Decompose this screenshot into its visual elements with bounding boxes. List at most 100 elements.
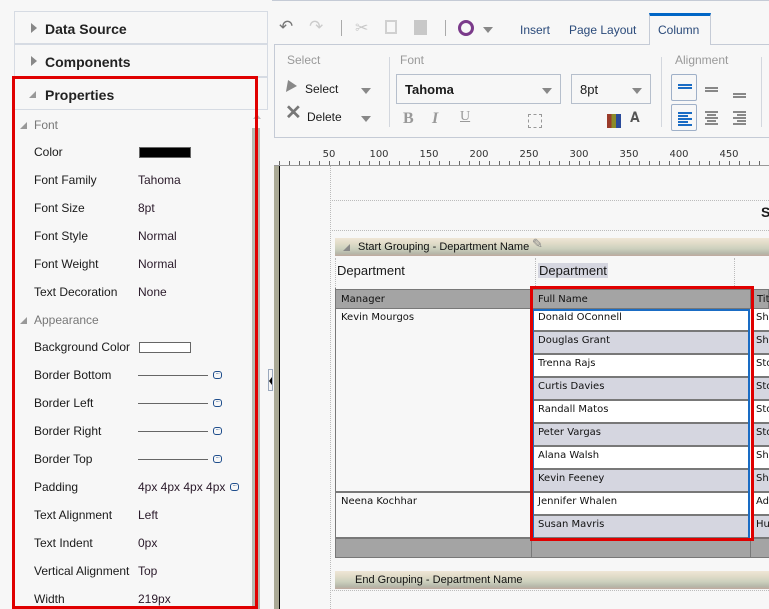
department-field[interactable]: Department xyxy=(538,263,608,278)
align-right-button[interactable] xyxy=(726,104,752,131)
report-title[interactable]: S xyxy=(761,204,769,220)
delete-dropdown-arrow-icon[interactable] xyxy=(361,116,371,122)
top-border xyxy=(272,0,769,1)
ruler-tick xyxy=(469,161,470,165)
ruler-tick xyxy=(279,161,280,165)
font-family-select[interactable]: Tahoma xyxy=(396,74,561,104)
separator xyxy=(761,57,762,127)
select-button[interactable]: Select xyxy=(305,82,338,96)
preview-icon[interactable] xyxy=(458,20,474,36)
ruler-tick xyxy=(599,161,600,165)
ruler-tick xyxy=(699,161,700,165)
margin-guide xyxy=(330,166,331,609)
cursor-arrow-icon xyxy=(285,80,299,92)
italic-button[interactable]: I xyxy=(432,110,438,128)
section-label: Components xyxy=(45,54,131,70)
separator xyxy=(661,57,662,127)
bold-button[interactable]: B xyxy=(403,110,414,128)
end-grouping-band[interactable]: End Grouping - Department Name xyxy=(335,571,769,589)
title-cell[interactable]: Shi xyxy=(752,470,769,493)
table-left-border xyxy=(335,288,336,558)
align-top-button[interactable] xyxy=(671,74,697,101)
ruler-tick xyxy=(499,161,500,165)
guide-line xyxy=(330,200,769,201)
ruler-tick xyxy=(559,161,560,165)
column-divider xyxy=(750,539,751,558)
ruler-tick xyxy=(709,161,710,165)
ruler-tick xyxy=(429,161,430,165)
title-cell[interactable]: Adi xyxy=(752,493,769,516)
chevron-down-icon xyxy=(632,88,642,94)
guide-line xyxy=(335,258,336,288)
select-dropdown-arrow-icon[interactable] xyxy=(361,88,371,94)
title-cell[interactable]: Sto xyxy=(752,355,769,378)
ruler-tick xyxy=(689,161,690,165)
delete-button[interactable]: Delete xyxy=(307,110,342,124)
ruler-tick xyxy=(299,161,300,165)
manager-cell[interactable]: Kevin Mourgos xyxy=(336,309,532,493)
ruler-label: 300 xyxy=(569,149,589,160)
ruler-tick xyxy=(399,161,400,165)
ruler-tick xyxy=(549,161,550,165)
ribbon-panel: Select Select ✕ Delete Font Tahoma 8pt B… xyxy=(274,44,769,138)
guide-line xyxy=(734,258,735,288)
font-group-title: Font xyxy=(400,53,425,67)
align-center-button[interactable] xyxy=(698,104,724,131)
alignment-group-title: Alignment xyxy=(675,53,729,67)
ruler-label: 50 xyxy=(322,149,336,160)
ruler-label: 250 xyxy=(519,149,539,160)
font-size-select[interactable]: 8pt xyxy=(571,74,651,104)
start-grouping-band[interactable]: Start Grouping - Department Name ✎ xyxy=(335,236,769,256)
edit-pencil-icon[interactable]: ✎ xyxy=(532,236,543,252)
background-color-icon[interactable] xyxy=(607,114,621,128)
redo-icon[interactable]: ↷ xyxy=(309,17,323,37)
paste-icon[interactable] xyxy=(414,20,427,35)
font-family-value: Tahoma xyxy=(405,82,454,97)
align-middle-button[interactable] xyxy=(698,74,724,101)
ruler-tick xyxy=(309,161,310,165)
end-grouping-label: End Grouping - Department Name xyxy=(355,574,523,586)
title-cell[interactable]: Sto xyxy=(752,424,769,447)
align-bottom-button[interactable] xyxy=(726,74,752,101)
ruler-tick xyxy=(449,161,450,165)
ruler-tick xyxy=(719,161,720,165)
borders-icon[interactable] xyxy=(528,114,542,128)
underline-button[interactable]: U xyxy=(460,109,470,125)
collapse-left-icon xyxy=(269,377,272,385)
ruler-tick xyxy=(639,161,640,165)
title-cell[interactable]: Shi xyxy=(752,447,769,470)
ruler-tick xyxy=(369,161,370,165)
cut-icon[interactable]: ✂ xyxy=(355,18,368,38)
ruler-label: 400 xyxy=(669,149,689,160)
ruler-tick xyxy=(329,161,330,165)
ruler-label: 200 xyxy=(469,149,489,160)
ruler-tick xyxy=(539,161,540,165)
undo-icon[interactable]: ↶ xyxy=(279,17,293,37)
preview-dropdown-arrow-icon[interactable] xyxy=(483,27,493,33)
department-label[interactable]: Department xyxy=(337,263,405,278)
title-cell[interactable]: Sto xyxy=(752,401,769,424)
accordion-components[interactable]: Components xyxy=(14,44,268,77)
ruler-tick xyxy=(519,161,520,165)
manager-cell[interactable]: Neena Kochhar xyxy=(336,493,532,539)
section-label: Data Source xyxy=(45,21,127,37)
font-color-icon[interactable]: 𝐀 xyxy=(630,111,640,127)
title-cell[interactable]: Shi xyxy=(752,309,769,332)
title-cell[interactable]: Sto xyxy=(752,378,769,401)
copy-icon[interactable] xyxy=(385,20,397,34)
title-cell[interactable]: Hu xyxy=(752,516,769,539)
ruler-tick xyxy=(349,161,350,165)
chevron-down-icon xyxy=(542,88,552,94)
column-header-manager[interactable]: Manager xyxy=(335,289,533,309)
tab-insert[interactable]: Insert xyxy=(520,23,550,37)
tab-column[interactable]: Column xyxy=(649,13,711,45)
tab-page-layout[interactable]: Page Layout xyxy=(569,23,636,37)
ruler-tick xyxy=(529,161,530,165)
align-left-button[interactable] xyxy=(671,104,697,131)
full-name-highlight-box xyxy=(530,286,754,541)
panel-splitter-handle[interactable] xyxy=(268,369,273,391)
ruler-tick xyxy=(389,161,390,165)
ruler-tick xyxy=(439,161,440,165)
accordion-data-source[interactable]: Data Source xyxy=(14,11,268,44)
title-cell[interactable]: Shi xyxy=(752,332,769,355)
